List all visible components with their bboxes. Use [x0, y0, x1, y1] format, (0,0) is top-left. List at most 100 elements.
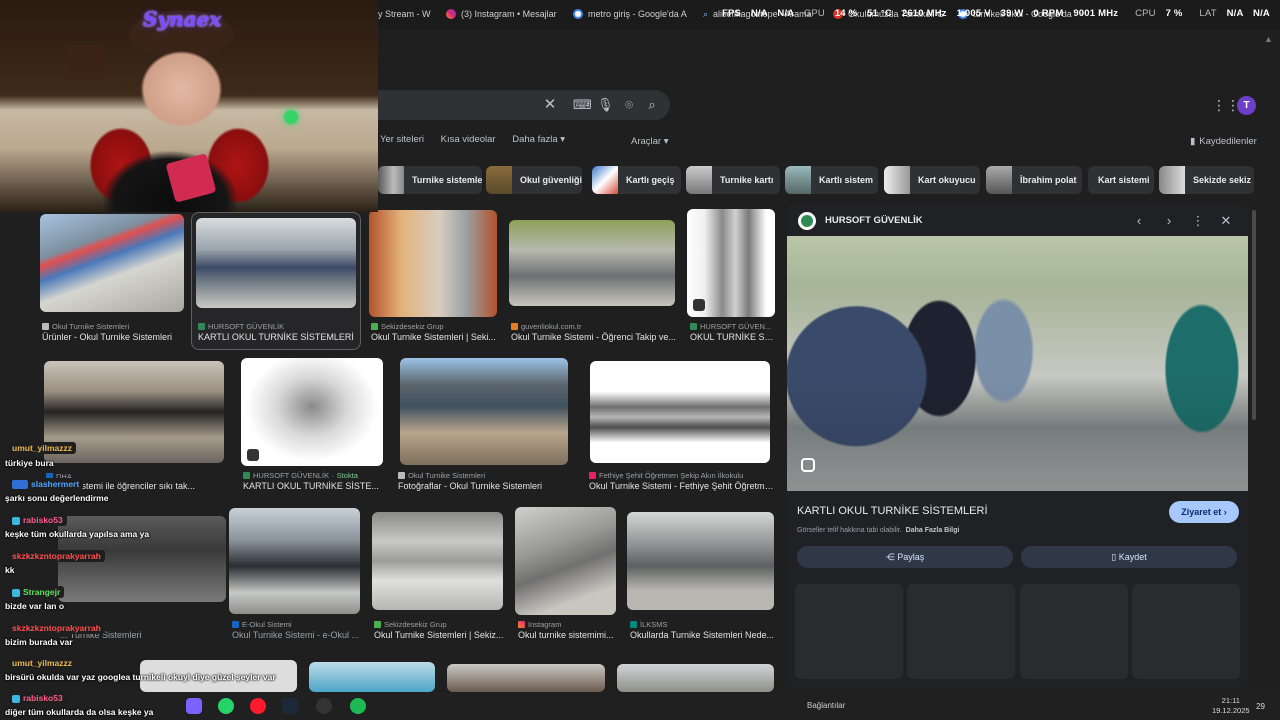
preview-image[interactable] — [787, 236, 1248, 491]
chip-kartli-gecis[interactable]: Kartlı geçiş — [592, 166, 681, 194]
result-image[interactable] — [196, 218, 356, 308]
result-title[interactable]: Okul turnike sistemimi... — [518, 630, 614, 640]
chat-message: diğer tüm okullarda da olsa keşke ya — [5, 707, 154, 717]
username-text: slashermert — [31, 479, 80, 489]
window-scroll-up-icon[interactable]: ▲ — [1264, 34, 1274, 46]
related-image-placeholder[interactable] — [907, 584, 1015, 679]
spotify-icon[interactable] — [350, 698, 366, 714]
result-title[interactable]: Fotoğraflar - Okul Turnike Sistemleri — [398, 481, 573, 491]
badge-icon — [12, 480, 28, 490]
avatar[interactable]: T — [1237, 96, 1256, 115]
related-image-placeholder[interactable] — [1132, 584, 1240, 679]
tab-instagram[interactable]: (3) Instagram • Mesajlar — [446, 4, 557, 24]
chip-sekizde-sekiz[interactable]: Sekizde sekiz — [1159, 166, 1254, 194]
result-image[interactable] — [40, 214, 184, 312]
result-title[interactable]: Okul Turnike Sistemi - Fethiye Şehit Öğr… — [589, 481, 774, 491]
notification-count[interactable]: 29 — [1256, 702, 1265, 711]
username-text: umut_yilmazzz — [12, 658, 72, 668]
result-title[interactable]: KARTLI OKUL TURNİKE SİSTE... — [243, 481, 383, 491]
result-image[interactable] — [617, 664, 774, 692]
username-text: rabisko53 — [23, 693, 63, 703]
lens-icon[interactable]: ⌾ — [621, 97, 637, 113]
chat-message: birsürü okulda var yaz googlea turnikeli… — [5, 672, 276, 682]
chat-message: şarkı sonu değerlendirme — [5, 493, 109, 503]
tab-metro-giris[interactable]: metro giriş - Google'da A — [573, 4, 687, 24]
result-image[interactable] — [241, 358, 383, 466]
search-icon: ⌕ — [703, 8, 709, 19]
tab-more[interactable]: Daha fazla ▾ — [512, 134, 565, 145]
whatsapp-icon[interactable] — [218, 698, 234, 714]
panel-scrollbar[interactable] — [1252, 210, 1256, 420]
save-button[interactable]: ▯ Kaydet — [1021, 546, 1237, 568]
result-title[interactable]: Okul Turnike Sistemi - Öğrenci Takip ve.… — [511, 332, 676, 342]
previous-icon[interactable]: ‹ — [1132, 213, 1146, 229]
result-source: Okul Turnike Sistemleri — [42, 322, 182, 331]
tools-button[interactable]: Araçlar ▾ — [631, 136, 669, 147]
result-image[interactable] — [515, 507, 616, 615]
chip-label: Kartlı geçiş — [626, 175, 675, 185]
chip-label: İbrahim polat — [1020, 175, 1077, 185]
search-icon[interactable]: ⌕ — [644, 97, 660, 113]
result-title[interactable]: Okul Turnike Sistemleri | Sekiz... — [374, 630, 504, 640]
app-icon[interactable] — [186, 698, 202, 714]
chat-username: umut_yilmazzz — [8, 442, 76, 454]
tab-stream[interactable]: y Stream - W — [378, 4, 431, 24]
network-status[interactable]: Bağlantılar — [807, 701, 845, 710]
panel-source-name[interactable]: HURSOFT GÜVENLİK — [825, 215, 923, 226]
result-title[interactable]: Okullarda Turnike Sistemleri Nede... — [630, 630, 775, 640]
apps-grid-icon[interactable]: ⋮⋮ — [1212, 97, 1240, 113]
image-badge-icon — [693, 299, 705, 311]
result-image[interactable] — [627, 512, 774, 610]
microphone-icon[interactable]: 🎙 — [597, 97, 614, 113]
lens-search-icon[interactable] — [801, 458, 815, 472]
result-title[interactable]: KARTLI OKUL TURNİKE SİSTEMLERİ — [198, 332, 356, 342]
result-image[interactable] — [687, 209, 775, 317]
more-info-link[interactable]: Daha Fazla Bilgi — [906, 527, 960, 534]
next-icon[interactable]: › — [1162, 213, 1176, 229]
result-title[interactable]: Okul Turnike Sistemi - e-Okul ... — [232, 630, 362, 640]
result-image[interactable] — [229, 508, 360, 614]
tab-label: (3) Instagram • Mesajlar — [461, 9, 557, 19]
result-title[interactable]: Ürünler - Okul Turnike Sistemleri — [42, 332, 184, 342]
opera-icon[interactable] — [250, 698, 266, 714]
chip-kart-okuyucu[interactable]: Kart okuyucu — [884, 166, 980, 194]
chip-turnike-sistemleri[interactable]: Turnike sistemleri — [378, 166, 482, 194]
clear-icon[interactable]: ✕ — [542, 97, 558, 113]
related-image-placeholder[interactable] — [795, 584, 903, 679]
obs-icon[interactable] — [316, 698, 332, 714]
chip-okul-guvenligi[interactable]: Okul güvenliği — [486, 166, 582, 194]
chip-kartli-sistem[interactable]: Kartlı sistem — [785, 166, 878, 194]
result-title[interactable]: Okul Turnike Sistemleri | Seki... — [371, 332, 497, 342]
saved-button[interactable]: ▮ Kaydedilenler — [1190, 136, 1257, 147]
result-image[interactable] — [309, 662, 435, 692]
share-button[interactable]: ⋲ Paylaş — [797, 546, 1013, 568]
result-source: İLKSMS — [630, 620, 775, 629]
close-icon[interactable]: ✕ — [1219, 213, 1233, 229]
chip-kart-sistemi[interactable]: Kart sistemi — [1088, 166, 1154, 194]
tab-short-videos[interactable]: Kısa videolar — [441, 134, 496, 145]
site-icon — [42, 323, 49, 330]
visit-button[interactable]: Ziyaret et › — [1169, 501, 1239, 523]
result-image[interactable] — [447, 664, 605, 692]
site-icon — [198, 323, 205, 330]
keyboard-icon[interactable]: ⌨ — [573, 97, 592, 113]
result-image[interactable] — [590, 361, 770, 463]
result-title[interactable]: OKUL TURNİKE Sİ... — [690, 332, 774, 342]
chip-turnike-karti[interactable]: Turnike kartı — [686, 166, 780, 194]
source-label: Sekizdesekiz Grup — [384, 620, 447, 629]
result-image[interactable] — [369, 210, 497, 317]
instagram-icon — [446, 9, 456, 19]
steam-icon[interactable] — [282, 698, 298, 714]
system-clock[interactable]: 21:11 19.12.2025 — [1212, 696, 1250, 716]
result-image[interactable] — [400, 358, 568, 465]
chip-ibrahim-polat[interactable]: İbrahim polat — [986, 166, 1082, 194]
chat-message: keşke tüm okullarda yapılsa ama ya — [5, 529, 150, 539]
tab-places[interactable]: Yer siteleri — [380, 134, 424, 145]
result-image[interactable] — [509, 220, 675, 306]
source-label: Sekizdesekiz Grup — [381, 322, 444, 331]
username-text: umut_yilmazzz — [12, 443, 72, 453]
preview-caption[interactable]: KARTLI OKUL TURNİKE SİSTEMLERİ — [797, 505, 988, 517]
result-image[interactable] — [372, 512, 503, 610]
related-image-placeholder[interactable] — [1020, 584, 1128, 679]
more-options-icon[interactable]: ⋮ — [1191, 213, 1205, 229]
